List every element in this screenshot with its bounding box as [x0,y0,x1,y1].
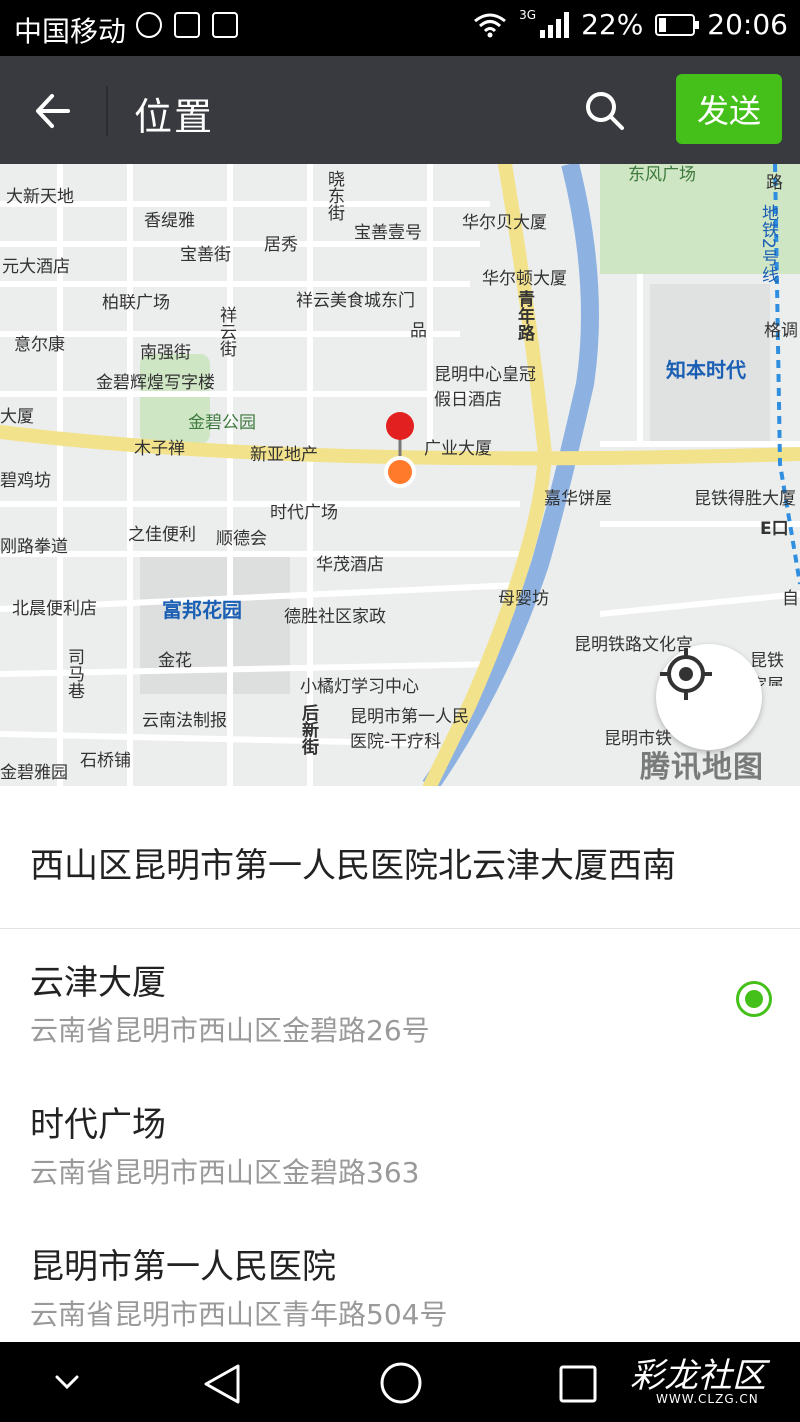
poi-name: 昆明市第一人民医院 [30,1247,336,1287]
message-check-icon [212,12,238,38]
locate-me-button[interactable] [656,644,762,750]
title-bar: 位置 发送 [0,56,800,164]
network-type: 3G [519,7,537,22]
map-label: 柏联广场 [102,293,170,313]
list-item[interactable]: 云津大厦 云南省昆明市西山区金碧路26号 [0,929,800,1072]
sync-icon [136,12,162,38]
forum-watermark: 彩龙社区 [630,1356,766,1396]
selected-radio-icon[interactable] [736,981,772,1017]
back-arrow-icon [36,94,70,128]
map-label: 香缇雅 [144,211,195,231]
list-item[interactable]: 时代广场 云南省昆明市西山区金碧路363 [0,1071,800,1214]
map-label: 母婴坊 [498,589,549,609]
map-label: 昆铁得胜大厦 [694,489,796,509]
map-label: 金碧雅园 [0,763,68,783]
map-label: 意尔康 [14,335,65,355]
map-label: 时代广场 [270,503,338,523]
wifi-icon [474,13,507,37]
signal-icon [540,11,570,38]
map-label: 东风广场 [628,165,696,185]
map-label: 格调 [764,321,798,341]
map-label: 金碧公园 [188,413,256,433]
map-label: 新亚地产 [250,445,318,465]
recents-square-icon[interactable] [558,1364,598,1404]
clock: 20:06 [707,8,788,41]
map-label: 木子禅 [134,439,185,459]
forum-url: WWW.CLZG.CN [656,1392,759,1406]
map-label: 祥云美食城东门 [296,291,415,311]
map-label: 金花 [158,651,192,671]
map-label: 德胜社区家政 [284,607,386,627]
map-label: 元大酒店 [2,257,70,277]
map-label: 宝善壹号 [354,223,422,243]
poi-address: 云南省昆明市西山区金碧路26号 [30,1014,430,1047]
status-bar: 中国移动 3G 22% 20:06 [0,0,800,56]
battery-icon [655,13,700,36]
title-divider [106,86,108,136]
map-label: 嘉华饼屋 [544,489,612,509]
map-label: 知本时代 [666,358,746,382]
home-circle-icon[interactable] [378,1360,424,1406]
crosshair-icon [660,648,712,700]
map-label: 华尔贝大厦 [462,213,547,233]
map-label: 石桥铺 [80,751,131,771]
search-button[interactable] [580,86,630,136]
map-label: 晓东街 [324,170,344,221]
current-address: 西山区昆明市第一人民医院北云津大厦西南 [0,786,800,929]
map-view[interactable]: 大新天地 香缇雅 晓东街 宝善壹号 华尔贝大厦 东风广场 路 元大酒店 宝善街 … [0,164,800,786]
map-label: 南强街 [140,343,191,363]
map-label: 顺德会 [216,529,267,549]
map-provider-logo: 腾讯地图 [640,750,764,785]
map-label: 昆明中心皇冠假日酒店 [434,365,536,410]
map-label: 大厦 [0,407,34,427]
map-label: 地铁2号线 [758,204,778,283]
map-label: 富邦花园 [162,598,242,622]
battery-percent: 22% [581,8,644,41]
map-label: 司马巷 [64,648,84,699]
send-button[interactable]: 发送 [676,74,782,144]
map-label: 华茂酒店 [316,555,384,575]
map-label: 碧鸡坊 [0,471,51,491]
map-label: 之佳便利 [128,525,196,545]
map-label: E口 [760,519,789,539]
list-item[interactable]: 昆明市第一人民医院 云南省昆明市西山区青年路504号 [0,1213,800,1342]
map-label: 刚路拳道 [0,537,68,557]
map-label: 祥云街 [216,306,236,357]
page-title: 位置 [134,95,215,139]
poi-name: 云津大厦 [30,963,166,1003]
map-label: 后新街 [298,704,318,755]
map-label: 青年路 [514,290,534,341]
carrier-label: 中国移动 [14,15,127,48]
chevron-down-icon[interactable] [52,1372,82,1392]
poi-address: 云南省昆明市西山区青年路504号 [30,1298,448,1331]
poi-address: 云南省昆明市西山区金碧路363 [30,1156,420,1189]
map-label: 自 [782,589,799,609]
map-label: 宝善街 [180,245,231,265]
map-label: 金碧辉煌写字楼 [96,373,215,393]
map-label: 居秀 [264,235,298,255]
image-icon [174,12,200,38]
map-label: 路 [766,173,783,193]
map-label: 北晨便利店 [12,599,97,619]
map-label: 华尔顿大厦 [482,269,567,289]
status-right: 3G 22% 20:06 [473,8,788,41]
map-pin-icon [386,412,414,440]
map-label: 大新天地 [6,187,74,207]
map-label: 小橘灯学习中心 [300,677,419,697]
location-dot [384,456,416,488]
poi-name: 时代广场 [30,1105,166,1145]
current-address-text: 西山区昆明市第一人民医院北云津大厦西南 [30,846,676,886]
back-button[interactable] [28,86,78,136]
search-icon [586,92,624,130]
back-triangle-icon[interactable] [200,1362,244,1406]
map-label: 品 [410,321,427,341]
map-label: 云南法制报 [142,711,227,731]
map-label: 广业大厦 [424,439,492,459]
notification-icons [136,12,238,38]
battery-fill [659,17,667,32]
map-label: 昆明市第一人民医院-干疗科 [350,707,469,752]
